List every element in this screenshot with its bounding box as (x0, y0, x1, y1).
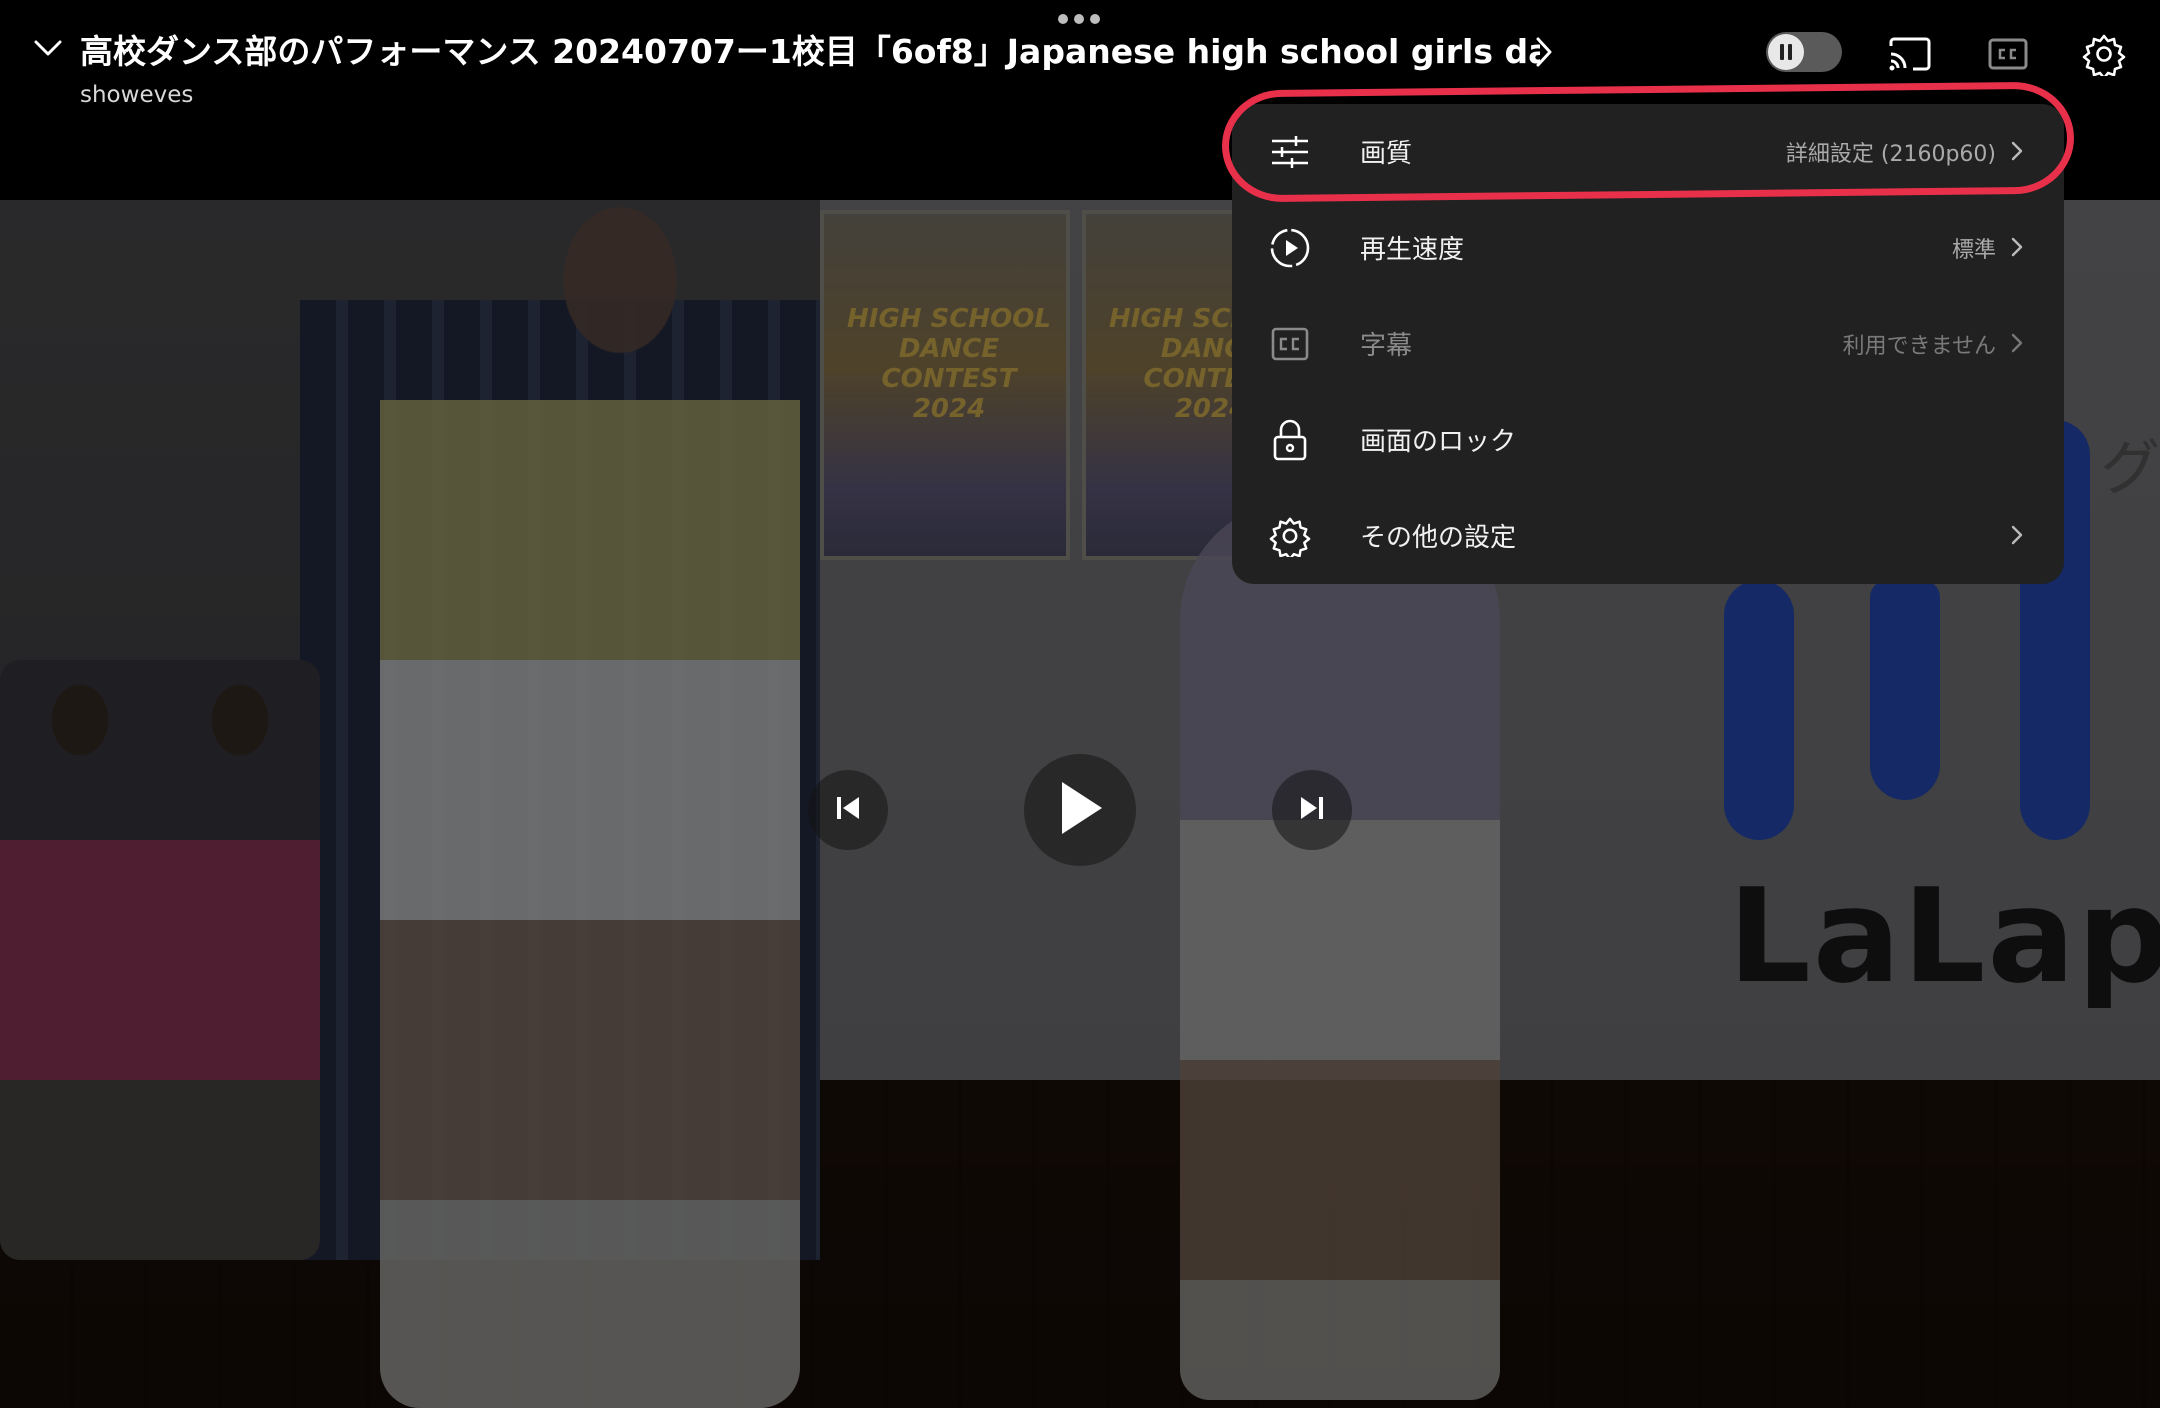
annotation-highlight (1221, 81, 2075, 203)
chevron-right-icon (2010, 332, 2024, 358)
skip-next-button[interactable] (1272, 770, 1352, 850)
menu-item-label: 字幕 (1360, 331, 1413, 361)
drag-handle[interactable] (1058, 14, 1100, 24)
gear-icon (1268, 514, 1312, 558)
menu-item-value: 標準 (1951, 238, 1996, 263)
play-icon (1056, 780, 1104, 840)
lock-icon (1268, 418, 1312, 462)
skip-next-icon (1297, 793, 1327, 827)
skip-previous-button[interactable] (808, 770, 888, 850)
video-title[interactable]: 高校ダンス部のパフォーマンス 20240707ー1校目「6of8」Japanes… (80, 28, 1540, 76)
menu-item-playback-speed[interactable]: 再生速度 標準 (1232, 200, 2064, 296)
cc-icon (1268, 322, 1312, 366)
autoplay-toggle[interactable] (1766, 32, 1842, 72)
cc-icon[interactable] (1982, 28, 2034, 80)
chevron-right-icon (2010, 236, 2024, 262)
menu-item-value: 利用できません (1842, 334, 1996, 359)
menu-item-more-settings[interactable]: その他の設定 (1232, 488, 2064, 584)
chevron-right-icon[interactable] (1534, 36, 1554, 72)
pause-icon (1768, 34, 1804, 70)
channel-name[interactable]: showeves (80, 82, 193, 108)
menu-item-label: 画面のロック (1360, 427, 1517, 457)
video-player-screen: HIGH SCHOOL DANCE CONTEST 2024 HIGH SCHO… (0, 0, 2160, 1408)
chevron-down-icon[interactable] (30, 30, 66, 66)
gear-icon[interactable] (2078, 28, 2130, 80)
menu-item-captions[interactable]: 字幕 利用できません (1232, 296, 2064, 392)
menu-item-label: その他の設定 (1360, 523, 1517, 553)
menu-item-screen-lock[interactable]: 画面のロック (1232, 392, 2064, 488)
menu-item-label: 再生速度 (1360, 235, 1465, 265)
chevron-right-icon (2010, 524, 2024, 550)
skip-previous-icon (833, 793, 863, 827)
playback-speed-icon (1268, 226, 1312, 270)
cast-icon[interactable] (1884, 28, 1936, 80)
play-button[interactable] (1024, 754, 1136, 866)
